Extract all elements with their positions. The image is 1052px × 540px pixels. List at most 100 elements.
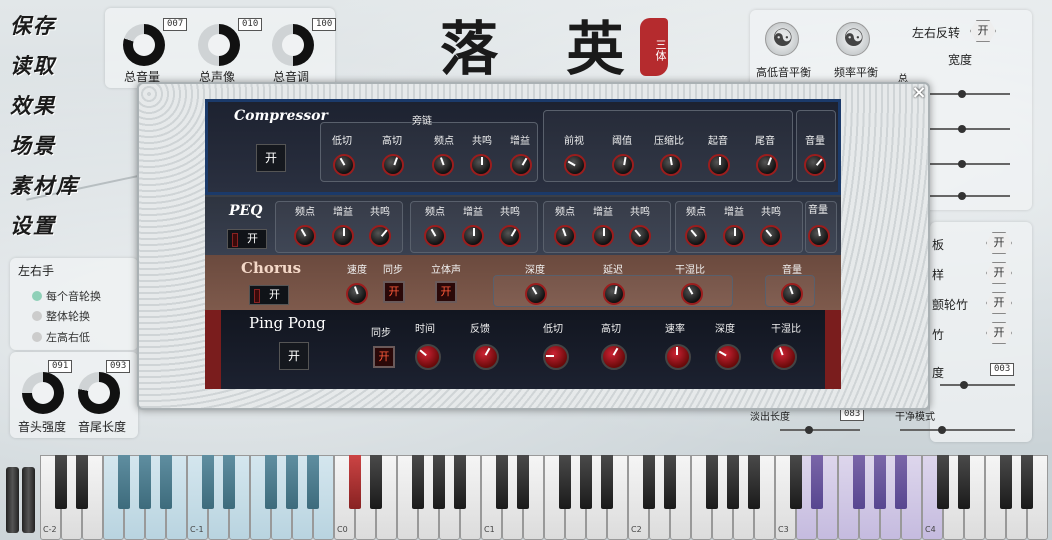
pitch-wheel[interactable] — [6, 467, 19, 533]
sc-reso-knob[interactable] — [470, 154, 492, 176]
sc-lowcut-knob[interactable] — [333, 154, 355, 176]
master-pan-knob[interactable] — [198, 24, 240, 66]
peq-knob[interactable] — [499, 225, 521, 247]
ratio-knob[interactable] — [660, 154, 682, 176]
bass-balance-knob[interactable] — [765, 22, 799, 56]
settings-button[interactable]: 设置 — [10, 210, 56, 240]
sc-gain-knob[interactable] — [510, 154, 532, 176]
tail-slider[interactable] — [940, 381, 1015, 389]
black-key[interactable] — [454, 455, 466, 509]
slider-2[interactable] — [930, 125, 1010, 133]
chorus-sync-toggle[interactable]: 开 — [383, 281, 405, 303]
peq-knob[interactable] — [760, 225, 782, 247]
save-button[interactable]: 保存 — [10, 10, 56, 40]
black-key[interactable] — [811, 455, 823, 509]
black-key[interactable] — [370, 455, 382, 509]
black-key[interactable] — [559, 455, 571, 509]
black-key[interactable] — [412, 455, 424, 509]
dry-slider[interactable] — [900, 426, 1015, 434]
black-key[interactable] — [664, 455, 676, 509]
peq-volume-knob[interactable] — [808, 225, 830, 247]
pp-lowcut-knob[interactable] — [543, 344, 569, 370]
pp-highcut-knob[interactable] — [601, 344, 627, 370]
scene-button[interactable]: 场景 — [10, 130, 56, 160]
load-button[interactable]: 读取 — [10, 50, 56, 80]
black-key[interactable] — [853, 455, 865, 509]
black-key[interactable] — [349, 455, 361, 509]
black-key[interactable] — [307, 455, 319, 509]
peq-knob[interactable] — [629, 225, 651, 247]
black-key[interactable] — [958, 455, 970, 509]
effects-button[interactable]: 效果 — [10, 90, 56, 120]
black-key[interactable] — [790, 455, 802, 509]
chorus-stereo-toggle[interactable]: 开 — [435, 281, 457, 303]
black-key[interactable] — [1021, 455, 1033, 509]
peq-knob[interactable] — [685, 225, 707, 247]
black-key[interactable] — [643, 455, 655, 509]
black-key[interactable] — [55, 455, 67, 509]
release-knob[interactable] — [78, 372, 120, 414]
black-key[interactable] — [727, 455, 739, 509]
peq-on-button[interactable]: 开 — [227, 229, 267, 249]
master-volume-knob[interactable] — [123, 24, 165, 66]
sc-freq-knob[interactable] — [432, 154, 454, 176]
pingpong-sync-toggle[interactable]: 开 — [373, 346, 395, 368]
comp-volume-knob[interactable] — [804, 154, 826, 176]
pp-mix-knob[interactable] — [771, 344, 797, 370]
pp-time-knob[interactable] — [415, 344, 441, 370]
mod-wheel[interactable] — [22, 467, 35, 533]
black-key[interactable] — [202, 455, 214, 509]
chorus-rate-knob[interactable] — [346, 283, 368, 305]
black-key[interactable] — [286, 455, 298, 509]
black-key[interactable] — [895, 455, 907, 509]
hands-option-each[interactable]: 每个音轮换 — [32, 288, 101, 304]
compressor-on-button[interactable]: 开 — [256, 144, 286, 172]
peq-knob[interactable] — [294, 225, 316, 247]
black-key[interactable] — [118, 455, 130, 509]
piano-keyboard[interactable]: C-2C-1C0C1C2C3C4C5 — [40, 455, 1052, 540]
black-key[interactable] — [937, 455, 949, 509]
black-key[interactable] — [874, 455, 886, 509]
black-key[interactable] — [748, 455, 760, 509]
hands-option-split[interactable]: 左高右低 — [32, 329, 90, 345]
chorus-delay-knob[interactable] — [603, 283, 625, 305]
hands-option-all[interactable]: 整体轮换 — [32, 308, 90, 324]
peq-knob[interactable] — [462, 225, 484, 247]
close-icon[interactable]: × — [910, 84, 928, 102]
black-key[interactable] — [223, 455, 235, 509]
library-button[interactable]: 素材库 — [10, 170, 79, 200]
slider-3[interactable] — [930, 160, 1010, 168]
lookahead-knob[interactable] — [564, 154, 586, 176]
black-key[interactable] — [706, 455, 718, 509]
peq-knob[interactable] — [554, 225, 576, 247]
slider-4[interactable] — [930, 192, 1010, 200]
chorus-depth-knob[interactable] — [525, 283, 547, 305]
peq-knob[interactable] — [424, 225, 446, 247]
pp-feedback-knob[interactable] — [473, 344, 499, 370]
fadeout-slider[interactable] — [780, 426, 860, 434]
pp-depth-knob[interactable] — [715, 344, 741, 370]
freq-balance-knob[interactable] — [836, 22, 870, 56]
pingpong-on-button[interactable]: 开 — [279, 342, 309, 370]
black-key[interactable] — [517, 455, 529, 509]
black-key[interactable] — [160, 455, 172, 509]
chorus-volume-knob[interactable] — [781, 283, 803, 305]
chorus-mix-knob[interactable] — [681, 283, 703, 305]
attack-knob[interactable] — [22, 372, 64, 414]
black-key[interactable] — [433, 455, 445, 509]
peq-knob[interactable] — [369, 225, 391, 247]
attack-knob-fx[interactable] — [708, 154, 730, 176]
pp-rate-knob[interactable] — [665, 344, 691, 370]
peq-knob[interactable] — [723, 225, 745, 247]
black-key[interactable] — [496, 455, 508, 509]
sc-highcut-knob[interactable] — [382, 154, 404, 176]
chorus-on-button[interactable]: 开 — [249, 285, 289, 305]
release-knob-fx[interactable] — [756, 154, 778, 176]
black-key[interactable] — [601, 455, 613, 509]
black-key[interactable] — [580, 455, 592, 509]
black-key[interactable] — [139, 455, 151, 509]
black-key[interactable] — [265, 455, 277, 509]
black-key[interactable] — [76, 455, 88, 509]
slider-1[interactable] — [930, 90, 1010, 98]
master-tune-knob[interactable] — [272, 24, 314, 66]
